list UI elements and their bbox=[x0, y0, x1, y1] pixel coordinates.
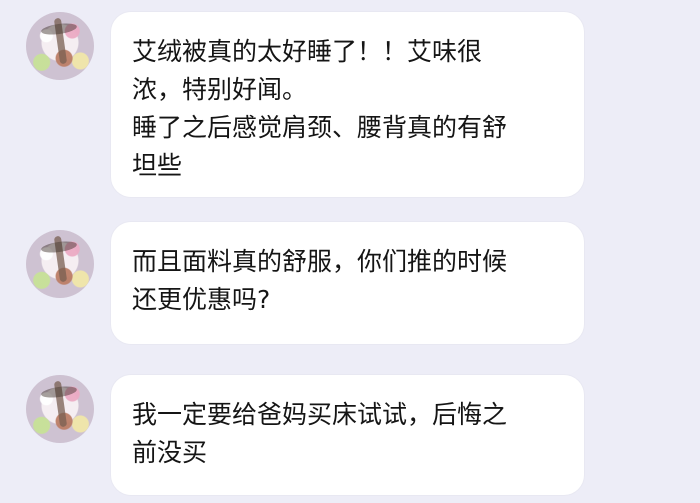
message-row: 艾绒被真的太好睡了！！艾味很 浓，特别好闻。 睡了之后感觉肩颈、腰背真的有舒 坦… bbox=[0, 0, 700, 203]
user-avatar-icon[interactable] bbox=[26, 230, 94, 298]
chat-thread[interactable]: 艾绒被真的太好睡了！！艾味很 浓，特别好闻。 睡了之后感觉肩颈、腰背真的有舒 坦… bbox=[0, 0, 700, 503]
user-avatar-icon[interactable] bbox=[26, 375, 94, 443]
message-bubble[interactable]: 而且面料真的舒服，你们推的时候 还更优惠吗? bbox=[111, 222, 584, 344]
user-avatar-icon[interactable] bbox=[26, 12, 94, 80]
message-row: 我一定要给爸妈买床试试，后悔之 前没买 bbox=[0, 375, 700, 495]
message-bubble[interactable]: 艾绒被真的太好睡了！！艾味很 浓，特别好闻。 睡了之后感觉肩颈、腰背真的有舒 坦… bbox=[111, 12, 584, 197]
message-bubble[interactable]: 我一定要给爸妈买床试试，后悔之 前没买 bbox=[111, 375, 584, 495]
message-row: 而且面料真的舒服，你们推的时候 还更优惠吗? bbox=[0, 222, 700, 344]
